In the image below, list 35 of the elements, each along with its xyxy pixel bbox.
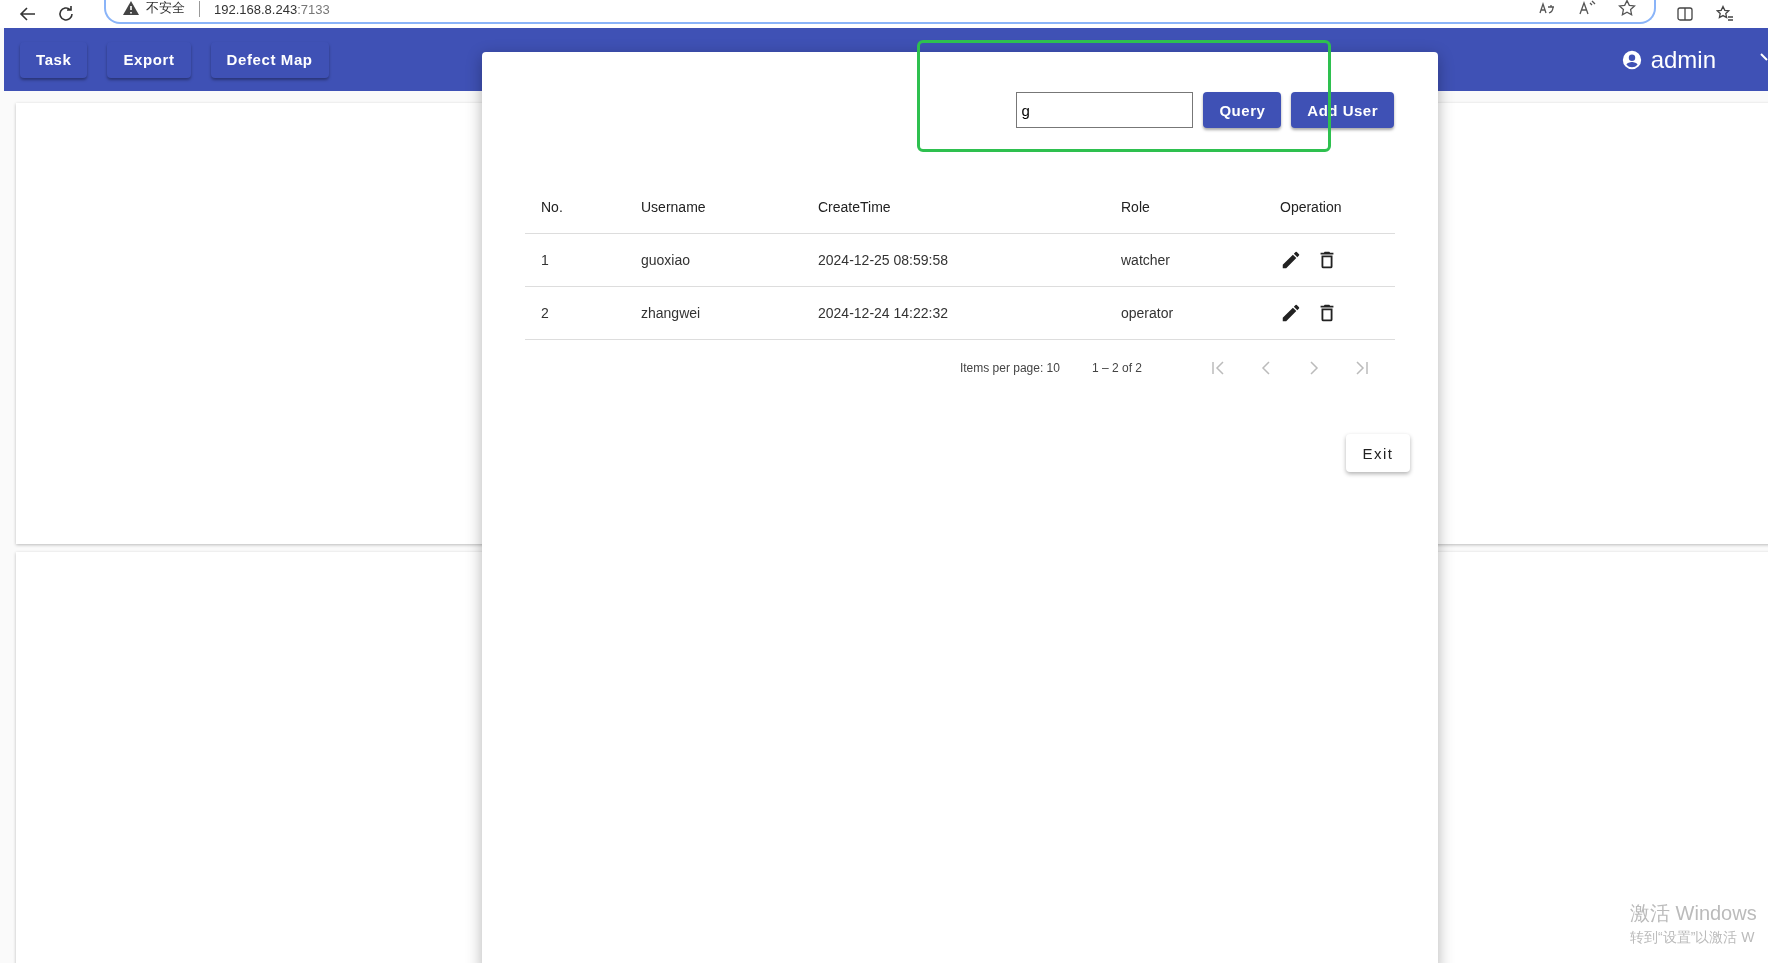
table-cell-text: 2 — [540, 305, 550, 321]
edit-icon[interactable] — [1280, 249, 1302, 271]
table-cell-text: operator — [1120, 305, 1175, 321]
toolbar-button[interactable]: Defect Map — [210, 41, 329, 78]
user-icon[interactable] — [1620, 48, 1643, 71]
items-per-page-label: Items per page: 10 — [959, 361, 1060, 375]
table-cell-text: watcher — [1120, 252, 1172, 268]
table-cell-text: 2024-12-25 08:59:58 — [817, 252, 949, 268]
column-header: No. — [540, 199, 564, 215]
security-label: 不安全 — [146, 0, 185, 17]
edit-icon[interactable] — [1280, 302, 1302, 324]
read-aloud-icon[interactable] — [1578, 0, 1596, 17]
activation-text: 转到“设置”以激活 W — [1630, 929, 1756, 947]
search-field[interactable]: g — [1016, 92, 1194, 128]
table-cell-text: 1 — [540, 252, 550, 268]
table-cell-text: zhangwei — [640, 305, 702, 321]
activation-title: 激活 Windows — [1630, 901, 1757, 926]
address-bar[interactable]: 不安全 192.168.8.243:7133 — [104, 0, 1656, 24]
user-name[interactable]: admin — [1650, 45, 1716, 74]
column-header: Username — [640, 199, 707, 215]
toolbar-button[interactable]: Export — [107, 41, 191, 78]
toolbar-button[interactable]: Task — [20, 41, 88, 78]
column-header: CreateTime — [817, 199, 892, 215]
column-header: Operation — [1279, 199, 1343, 215]
exit-button[interactable]: Exit — [1346, 434, 1410, 472]
action-button[interactable]: Query — [1203, 92, 1282, 128]
url-text: 192.168.8.243:7133 — [214, 2, 330, 17]
table-cell-text: 2024-12-24 14:22:32 — [817, 305, 949, 321]
page-range: 1 – 2 of 2 — [1091, 361, 1142, 375]
split-screen-icon[interactable] — [1676, 5, 1694, 23]
star-icon[interactable] — [1618, 0, 1636, 17]
column-header: Role — [1120, 199, 1151, 215]
table-cell-text: guoxiao — [640, 252, 692, 268]
favorites-icon[interactable] — [1716, 5, 1734, 23]
reload-icon[interactable] — [56, 4, 76, 24]
